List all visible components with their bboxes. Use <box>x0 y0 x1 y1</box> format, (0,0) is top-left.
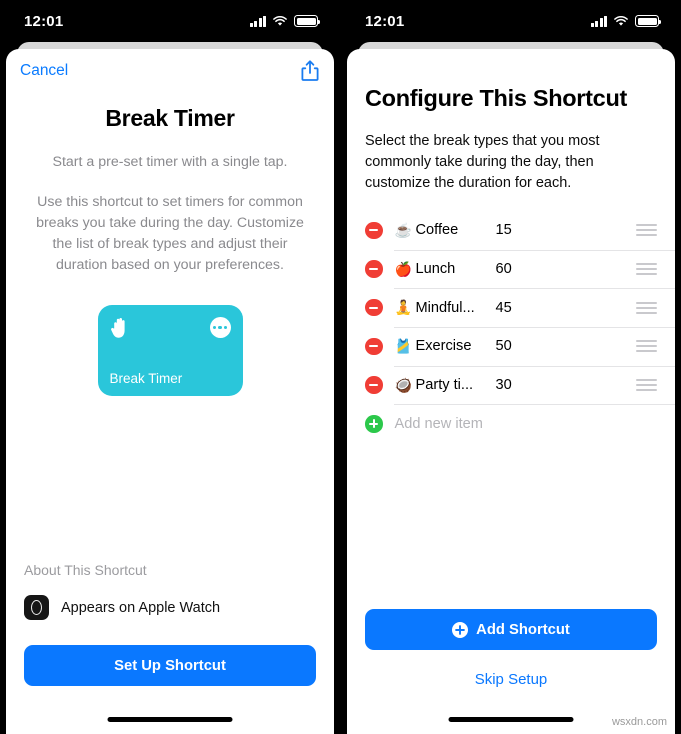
add-shortcut-label: Add Shortcut <box>476 621 570 638</box>
shortcut-detail-sheet: Cancel Break Timer Start a pre-set timer… <box>6 49 334 734</box>
cancel-button[interactable]: Cancel <box>16 58 72 84</box>
home-indicator <box>107 717 233 722</box>
drag-handle-icon[interactable] <box>636 301 657 314</box>
table-row[interactable]: 🎽 Exercise 50 <box>347 327 675 366</box>
item-duration[interactable]: 60 <box>496 261 637 277</box>
cellular-bars-icon <box>249 15 266 27</box>
drag-handle-icon[interactable] <box>636 340 657 353</box>
table-row[interactable]: 🧘 Mindful... 45 <box>347 288 675 327</box>
shortcut-preview-card[interactable]: Break Timer <box>97 305 243 396</box>
status-bar-right: 12:01 <box>341 0 681 42</box>
skip-setup-button[interactable]: Skip Setup <box>347 671 675 688</box>
about-heading: About This Shortcut <box>24 562 147 578</box>
add-new-item-row[interactable]: Add new item <box>347 404 675 443</box>
status-time: 12:01 <box>24 12 64 30</box>
item-duration[interactable]: 45 <box>496 300 637 316</box>
remove-item-button[interactable] <box>365 260 383 278</box>
plus-circle-icon <box>452 621 469 638</box>
add-new-item-label: Add new item <box>394 415 483 432</box>
item-label: Mindful... <box>415 299 475 316</box>
configure-page-title: Configure This Shortcut <box>365 85 628 111</box>
running-shirt-emoji: 🎽 <box>394 337 412 354</box>
status-time-right: 12:01 <box>365 12 405 30</box>
configure-page-description: Select the break types that you most com… <box>365 133 600 191</box>
remove-item-button[interactable] <box>365 376 383 394</box>
table-row[interactable]: 🥥 Party ti... 30 <box>347 365 675 405</box>
home-indicator <box>448 717 574 722</box>
break-types-list: ☕ Coffee 15 🍎 Lunch 60 🧘 Mindful... 45 🎽… <box>347 211 675 443</box>
watermark: wsxdn.com <box>611 716 667 728</box>
item-label: Party ti... <box>415 377 474 394</box>
wifi-icon <box>614 15 628 26</box>
battery-icon <box>294 15 321 27</box>
left-content: Break Timer Start a pre-set timer with a… <box>6 105 334 396</box>
coconut-emoji: 🥥 <box>394 376 412 393</box>
item-duration[interactable]: 30 <box>496 377 637 393</box>
about-item-apple-watch: Appears on Apple Watch <box>24 595 316 620</box>
meditation-emoji: 🧘 <box>394 299 412 316</box>
left-phone-screen: 12:01 Cancel Break Timer Start a pre-set… <box>0 0 340 734</box>
add-shortcut-button[interactable]: Add Shortcut <box>365 609 657 650</box>
set-up-shortcut-label: Set Up Shortcut <box>114 657 226 674</box>
item-label: Coffee <box>415 222 459 239</box>
apple-emoji: 🍎 <box>394 260 412 277</box>
status-icons <box>249 15 321 27</box>
cellular-bars-icon <box>590 15 607 27</box>
shortcut-card-wrapper: Break Timer <box>24 305 316 396</box>
screenshot-root: 12:01 Cancel Break Timer Start a pre-set… <box>0 0 681 734</box>
apple-watch-icon <box>24 595 49 620</box>
about-item-label: Appears on Apple Watch <box>61 599 221 616</box>
battery-icon <box>635 15 662 27</box>
table-row[interactable]: 🍎 Lunch 60 <box>347 249 675 289</box>
configure-shortcut-sheet: Configure This Shortcut Select the break… <box>347 49 675 734</box>
remove-item-button[interactable] <box>365 221 383 240</box>
drag-handle-icon[interactable] <box>636 263 657 276</box>
page-title: Break Timer <box>105 105 235 131</box>
page-description: Use this shortcut to set timers for comm… <box>36 194 304 273</box>
add-item-button[interactable] <box>365 415 383 433</box>
raised-hand-icon <box>110 318 125 338</box>
item-duration[interactable]: 15 <box>496 222 637 238</box>
status-icons-right <box>590 15 662 27</box>
drag-handle-icon[interactable] <box>636 224 657 237</box>
remove-item-button[interactable] <box>365 298 383 317</box>
right-content: Configure This Shortcut Select the break… <box>347 49 675 194</box>
status-bar: 12:01 <box>0 0 340 42</box>
item-duration[interactable]: 50 <box>496 338 637 354</box>
set-up-shortcut-button[interactable]: Set Up Shortcut <box>24 645 316 686</box>
coffee-emoji: ☕ <box>394 221 412 238</box>
shortcut-card-label: Break Timer <box>109 371 183 386</box>
item-label: Lunch <box>415 261 456 278</box>
table-row[interactable]: ☕ Coffee 15 <box>347 211 675 250</box>
share-icon[interactable] <box>300 59 320 83</box>
page-subtitle: Start a pre-set timer with a single tap. <box>52 154 288 170</box>
right-phone-screen: 12:01 Configure This Shortcut Select the… <box>340 0 681 734</box>
about-section: About This Shortcut Appears on Apple Wat… <box>24 562 316 620</box>
drag-handle-icon[interactable] <box>636 379 657 392</box>
item-label: Exercise <box>415 338 472 355</box>
remove-item-button[interactable] <box>365 337 383 356</box>
more-dots-icon[interactable] <box>209 317 231 338</box>
sheet-navbar: Cancel <box>6 49 334 93</box>
wifi-icon <box>273 15 287 26</box>
